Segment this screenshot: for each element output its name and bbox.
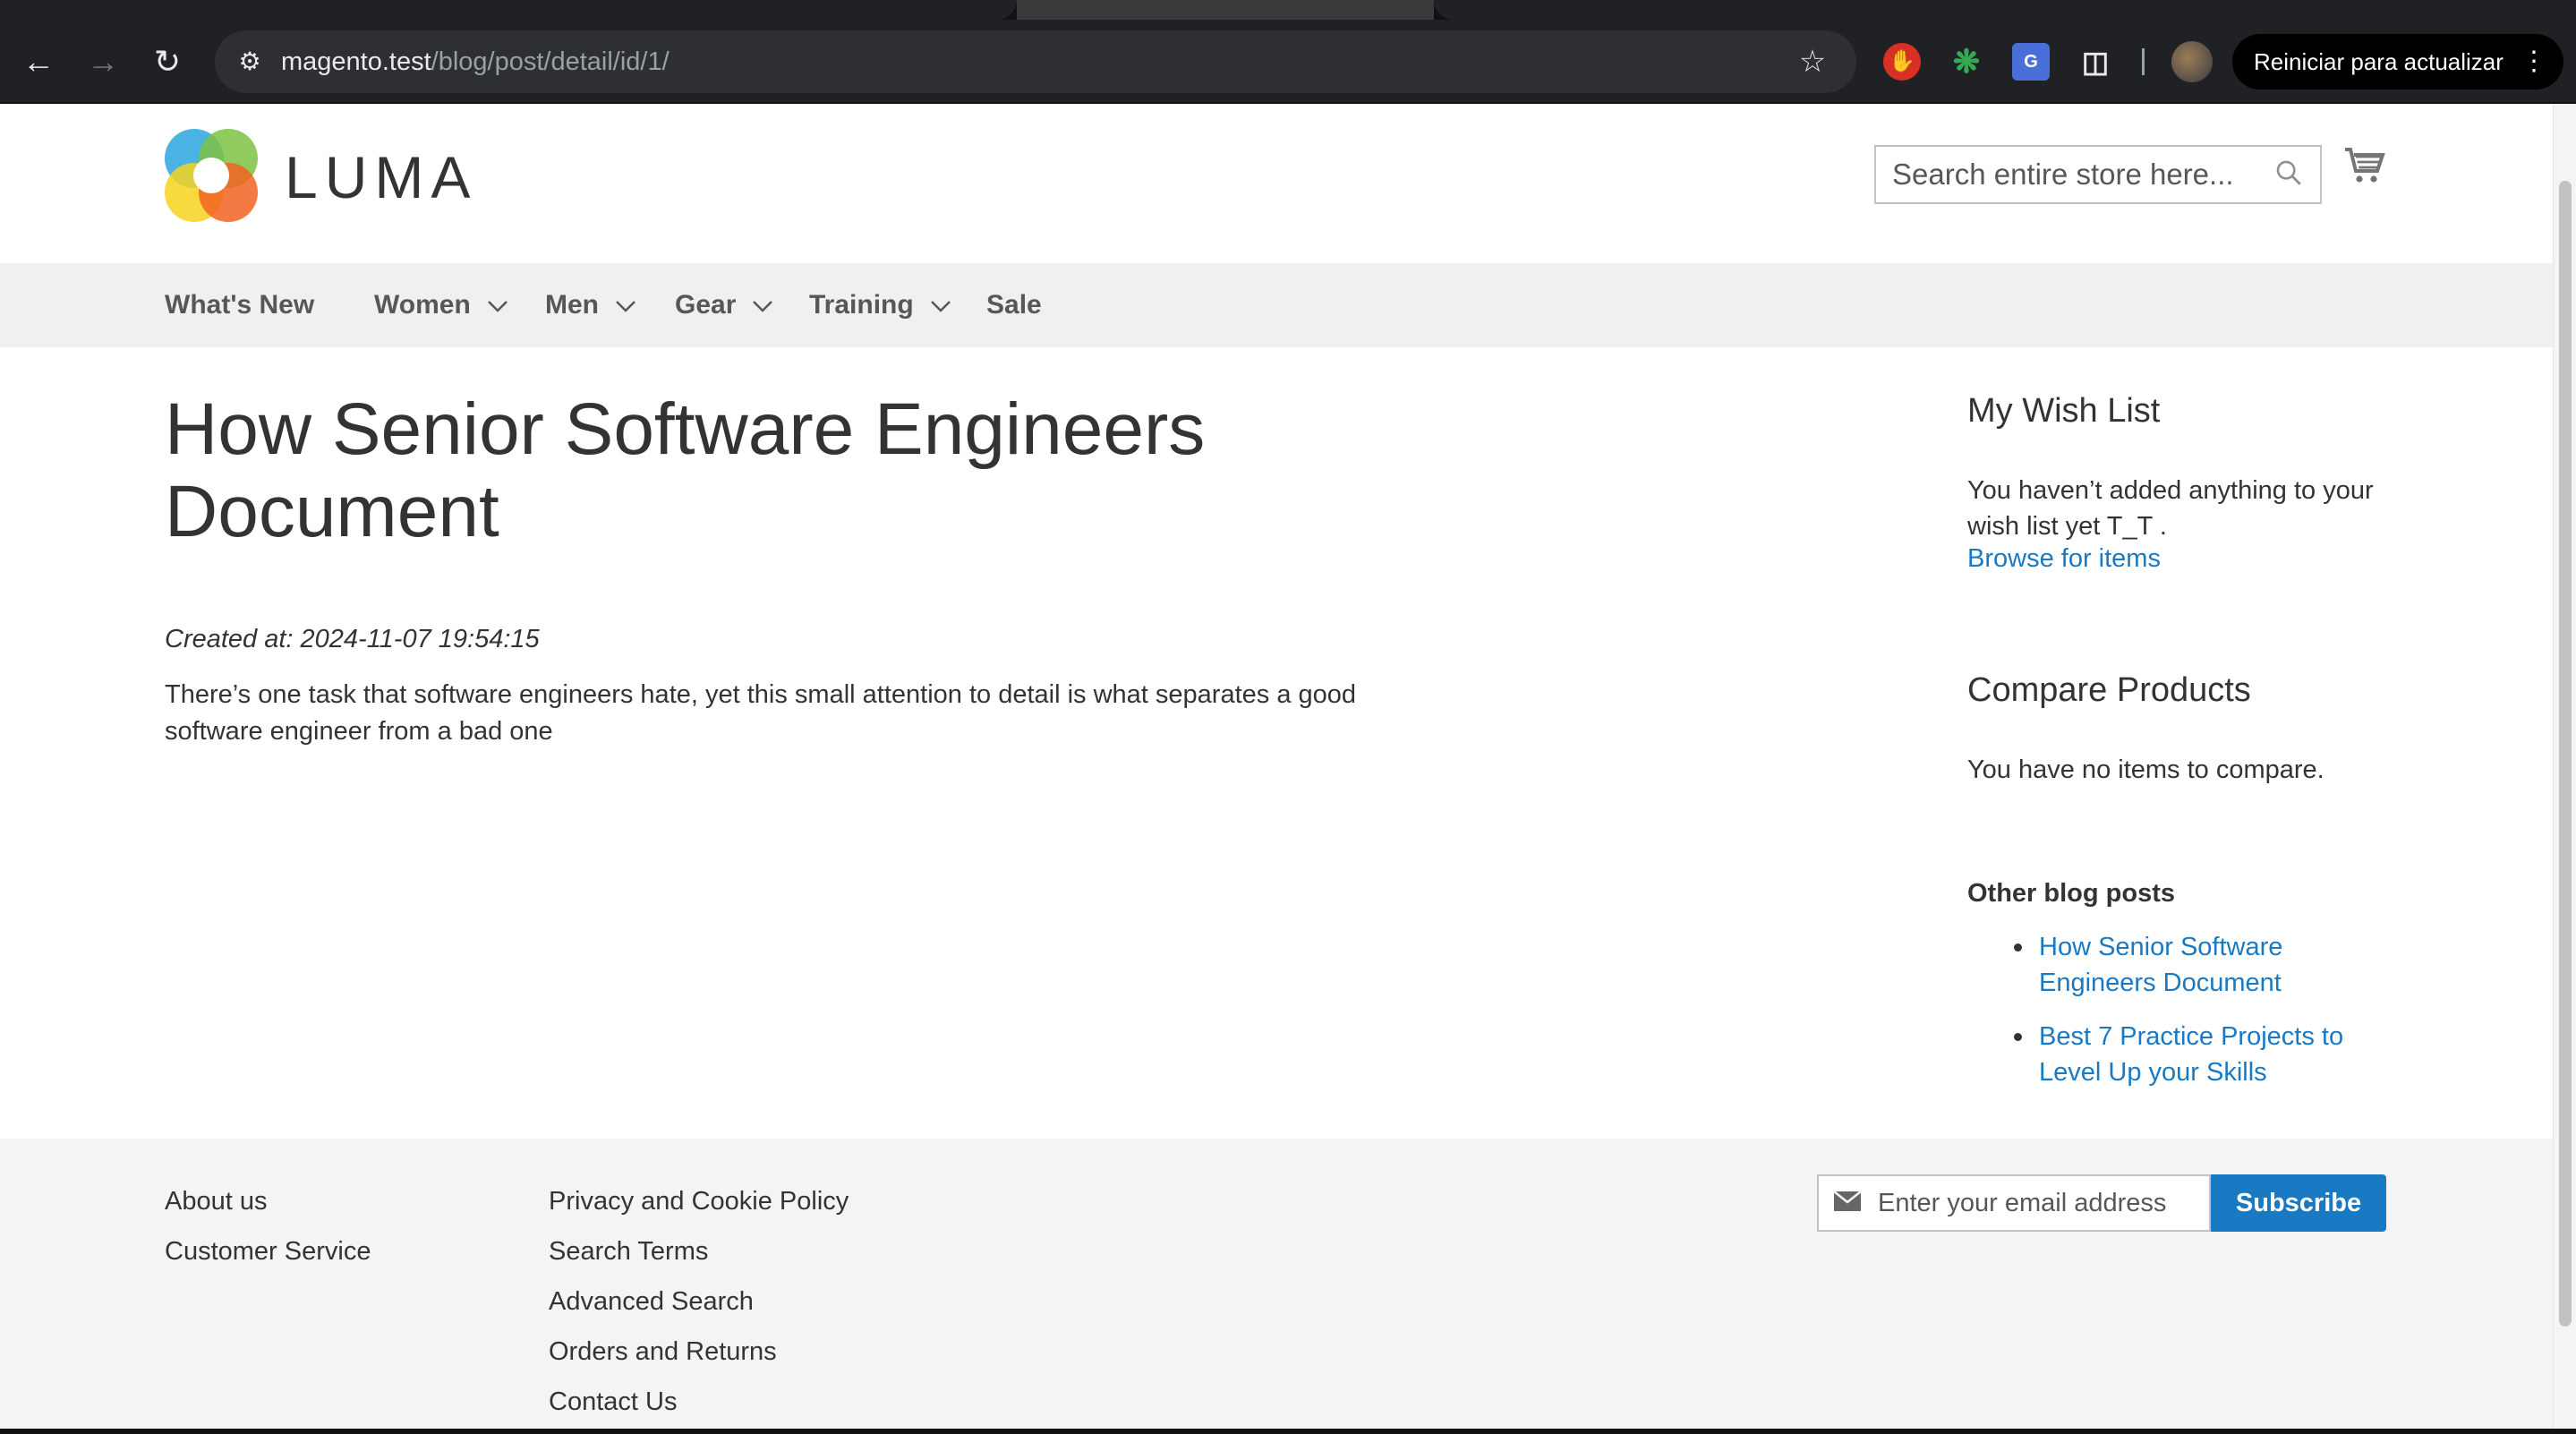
address-bar[interactable]: ⚙ magento.test/blog/post/detail/id/1/ ☆	[215, 30, 1856, 93]
nav-label: Gear	[675, 290, 737, 320]
footer-links-col1: About us Customer Service	[165, 1176, 371, 1276]
web-page: LUMA What's New Women Men Gear Training …	[0, 104, 2553, 1434]
window-bottom-edge	[0, 1429, 2576, 1434]
more-menu-icon[interactable]: ⋮	[2521, 34, 2547, 90]
scrollbar-thumb[interactable]	[2559, 181, 2572, 1327]
newsletter-email-input[interactable]	[1878, 1176, 2209, 1230]
restart-update-button[interactable]: Reiniciar para actualizar ⋮	[2232, 34, 2563, 90]
post-created-date: Created at: 2024-11-07 19:54:15	[165, 625, 540, 653]
envelope-icon	[1833, 1191, 1862, 1216]
wishlist-title: My Wish List	[1967, 392, 2161, 430]
luma-logo-icon[interactable]	[165, 129, 258, 222]
translate-extension-icon[interactable]: G	[2012, 43, 2050, 81]
chevron-down-icon	[930, 263, 951, 347]
adblock-extension-icon[interactable]: ✋	[1883, 43, 1921, 81]
tab-strip-left	[0, 0, 1017, 20]
list-item: Best 7 Practice Projects to Level Up you…	[2014, 1019, 2397, 1090]
site-info-icon[interactable]: ⚙	[231, 43, 269, 81]
nav-label: Men	[545, 290, 599, 320]
nav-label: Sale	[986, 290, 1042, 320]
search-input[interactable]	[1876, 147, 2270, 202]
browser-toolbar: ← → ↻ ⚙ magento.test/blog/post/detail/id…	[0, 20, 2576, 104]
url-text[interactable]: magento.test/blog/post/detail/id/1/	[281, 30, 670, 93]
update-button-label: Reiniciar para actualizar	[2254, 48, 2503, 75]
footer-link-contact-us[interactable]: Contact Us	[549, 1387, 677, 1416]
newsletter-form: Subscribe	[1817, 1174, 2386, 1232]
nav-item-gear[interactable]: Gear	[675, 263, 773, 347]
chevron-down-icon	[752, 263, 773, 347]
back-arrow-icon[interactable]: ←	[18, 41, 59, 82]
toolbar-separator	[2142, 48, 2145, 75]
subscribe-button[interactable]: Subscribe	[2211, 1174, 2386, 1232]
page-footer: About us Customer Service Privacy and Co…	[0, 1139, 2553, 1434]
main-navigation: What's New Women Men Gear Training Sale	[0, 263, 2553, 347]
nav-item-men[interactable]: Men	[545, 263, 636, 347]
bug-extension-icon[interactable]: ❋	[1948, 43, 1985, 81]
store-header: LUMA	[0, 104, 2553, 263]
profile-avatar[interactable]	[2171, 41, 2213, 82]
nav-label: What's New	[165, 290, 315, 320]
extensions-puzzle-icon[interactable]: ◫	[2077, 43, 2114, 81]
browser-tab-strip	[0, 0, 2576, 20]
nav-label: Training	[809, 290, 914, 320]
footer-link-about-us[interactable]: About us	[165, 1187, 267, 1216]
tab-strip-right	[1434, 0, 2576, 20]
reload-icon[interactable]: ↻	[147, 41, 188, 82]
footer-link-advanced-search[interactable]: Advanced Search	[549, 1287, 754, 1316]
search-form	[1874, 145, 2322, 204]
other-post-link[interactable]: How Senior Software Engineers Document	[2039, 933, 2282, 997]
nav-item-women[interactable]: Women	[374, 263, 508, 347]
nav-item-sale[interactable]: Sale	[986, 263, 1042, 347]
footer-links-col2: Privacy and Cookie Policy Search Terms A…	[549, 1176, 849, 1427]
nav-item-whats-new[interactable]: What's New	[165, 263, 314, 347]
url-path: /blog/post/detail/id/1/	[431, 47, 670, 76]
footer-link-customer-service[interactable]: Customer Service	[165, 1237, 371, 1266]
other-posts-title: Other blog posts	[1967, 879, 2175, 908]
search-icon[interactable]	[2272, 158, 2306, 192]
active-tab[interactable]	[1017, 0, 1434, 20]
footer-link-orders-returns[interactable]: Orders and Returns	[549, 1337, 777, 1366]
nav-item-training[interactable]: Training	[809, 263, 951, 347]
other-post-link[interactable]: Best 7 Practice Projects to Level Up you…	[2039, 1022, 2343, 1087]
logo-text[interactable]: LUMA	[285, 143, 477, 211]
shopping-cart-icon[interactable]	[2343, 145, 2390, 192]
url-host: magento.test	[281, 47, 431, 76]
bookmark-star-icon[interactable]: ☆	[1792, 41, 1833, 82]
compare-empty-text: You have no items to compare.	[1967, 755, 2324, 784]
post-title: How Senior Software Engineers Document	[165, 388, 1206, 552]
list-item: How Senior Software Engineers Document	[2014, 929, 2397, 1001]
compare-products-title: Compare Products	[1967, 671, 2251, 709]
newsletter-field	[1817, 1174, 2211, 1232]
other-posts-list: How Senior Software Engineers Document B…	[2014, 929, 2397, 1108]
page-scrollbar[interactable]	[2553, 104, 2576, 1434]
browse-items-link[interactable]: Browse for items	[1967, 544, 2161, 574]
post-body: There’s one task that software engineers…	[165, 680, 1357, 746]
nav-label: Women	[374, 290, 471, 320]
forward-arrow-icon[interactable]: →	[82, 41, 124, 82]
footer-link-search-terms[interactable]: Search Terms	[549, 1237, 708, 1266]
footer-link-privacy[interactable]: Privacy and Cookie Policy	[549, 1187, 849, 1216]
wishlist-empty-text: You haven’t added anything to your wish …	[1967, 476, 2374, 541]
chevron-down-icon	[487, 263, 508, 347]
chevron-down-icon	[615, 263, 636, 347]
